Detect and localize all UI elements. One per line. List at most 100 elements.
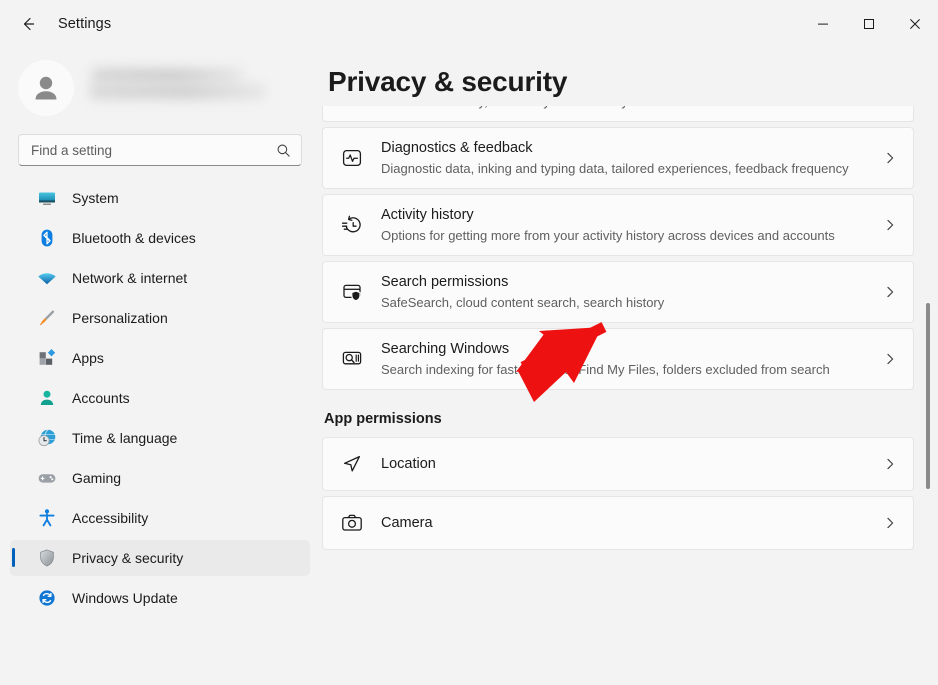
sidebar-item-label: Accessibility bbox=[72, 510, 148, 526]
sidebar-nav: System Bluetooth & devices bbox=[0, 180, 320, 620]
card-subtitle: Options for getting more from your activ… bbox=[381, 226, 873, 245]
chevron-right-icon bbox=[883, 218, 897, 232]
card-title: Location bbox=[381, 454, 873, 474]
sidebar-item-label: Network & internet bbox=[72, 270, 187, 286]
minimize-button[interactable] bbox=[800, 0, 846, 48]
card-texts: Diagnostics & feedback Diagnostic data, … bbox=[381, 128, 873, 188]
sidebar-item-time-language[interactable]: Time & language bbox=[10, 420, 310, 456]
maximize-button[interactable] bbox=[846, 0, 892, 48]
back-button[interactable] bbox=[10, 8, 46, 40]
camera-icon bbox=[337, 508, 367, 538]
apps-blocks-icon bbox=[36, 347, 58, 369]
sidebar-item-personalization[interactable]: Personalization bbox=[10, 300, 310, 336]
search-document-icon bbox=[337, 344, 367, 374]
window-shield-icon bbox=[337, 277, 367, 307]
app-title: Settings bbox=[58, 16, 111, 32]
setting-card-camera[interactable]: Camera bbox=[322, 496, 914, 550]
sidebar-item-label: Gaming bbox=[72, 470, 121, 486]
sidebar-item-label: System bbox=[72, 190, 119, 206]
card-title: Diagnostics & feedback bbox=[381, 138, 873, 158]
history-clock-icon bbox=[337, 210, 367, 240]
sidebar-item-gaming[interactable]: Gaming bbox=[10, 460, 310, 496]
chevron-right-icon bbox=[883, 516, 897, 530]
close-icon bbox=[909, 18, 921, 30]
card-texts: Searching Windows Search indexing for fa… bbox=[381, 329, 873, 389]
sidebar-item-apps[interactable]: Apps bbox=[10, 340, 310, 376]
title-bar: Settings bbox=[0, 0, 938, 48]
sidebar-item-label: Bluetooth & devices bbox=[72, 230, 196, 246]
bluetooth-icon bbox=[36, 227, 58, 249]
setting-card-inking-typing-personalization[interactable]: Inking & typing personalization Custom d… bbox=[322, 106, 914, 122]
paintbrush-icon bbox=[36, 307, 58, 329]
sidebar-item-label: Personalization bbox=[72, 310, 168, 326]
card-subtitle: Diagnostic data, inking and typing data,… bbox=[381, 159, 873, 178]
card-texts: Inking & typing personalization Custom d… bbox=[381, 106, 873, 121]
settings-card-list: Inking & typing personalization Custom d… bbox=[320, 106, 938, 555]
sidebar-item-label: Accounts bbox=[72, 390, 130, 406]
scrollbar-thumb[interactable] bbox=[926, 303, 930, 489]
minimize-icon bbox=[817, 18, 829, 30]
card-title: Searching Windows bbox=[381, 339, 873, 359]
sidebar-item-label: Privacy & security bbox=[72, 550, 183, 566]
person-icon bbox=[36, 387, 58, 409]
update-refresh-icon bbox=[36, 587, 58, 609]
card-texts: Activity history Options for getting mor… bbox=[381, 195, 873, 255]
main-content: Privacy & security bbox=[320, 48, 938, 685]
card-title: Camera bbox=[381, 513, 873, 533]
chevron-right-icon bbox=[883, 151, 897, 165]
sidebar-item-system[interactable]: System bbox=[10, 180, 310, 216]
sidebar-item-label: Time & language bbox=[72, 430, 177, 446]
settings-window: Settings bbox=[0, 0, 938, 685]
sidebar-item-label: Windows Update bbox=[72, 590, 178, 606]
page-header: Privacy & security bbox=[320, 48, 938, 106]
chevron-right-icon bbox=[883, 285, 897, 299]
sidebar-item-accounts[interactable]: Accounts bbox=[10, 380, 310, 416]
card-title: Search permissions bbox=[381, 272, 873, 292]
card-texts: Location bbox=[381, 446, 873, 482]
window-body: System Bluetooth & devices bbox=[0, 48, 938, 685]
search-box[interactable] bbox=[18, 134, 302, 166]
card-subtitle: Custom dictionary, words in your diction… bbox=[381, 106, 873, 111]
shield-icon bbox=[36, 547, 58, 569]
accessibility-icon bbox=[36, 507, 58, 529]
card-subtitle: SafeSearch, cloud content search, search… bbox=[381, 293, 873, 312]
card-subtitle: Search indexing for faster results, Find… bbox=[381, 360, 873, 379]
chevron-right-icon bbox=[883, 457, 897, 471]
globe-clock-icon bbox=[36, 427, 58, 449]
sidebar-item-accessibility[interactable]: Accessibility bbox=[10, 500, 310, 536]
gamepad-icon bbox=[36, 467, 58, 489]
card-title: Activity history bbox=[381, 205, 873, 225]
card-texts: Camera bbox=[381, 505, 873, 541]
setting-card-location[interactable]: Location bbox=[322, 437, 914, 491]
section-heading-app-permissions: App permissions bbox=[322, 395, 914, 437]
chevron-right-icon bbox=[883, 352, 897, 366]
page-title: Privacy & security bbox=[324, 56, 910, 106]
wifi-icon bbox=[36, 267, 58, 289]
redacted-name bbox=[92, 69, 242, 82]
redacted-email bbox=[90, 84, 266, 99]
close-button[interactable] bbox=[892, 0, 938, 48]
sidebar: System Bluetooth & devices bbox=[0, 48, 320, 685]
user-avatar-icon bbox=[26, 68, 66, 108]
sidebar-item-network-internet[interactable]: Network & internet bbox=[10, 260, 310, 296]
settings-scroll-area: Inking & typing personalization Custom d… bbox=[320, 106, 938, 685]
avatar bbox=[18, 60, 74, 116]
sidebar-item-windows-update[interactable]: Windows Update bbox=[10, 580, 310, 616]
window-controls bbox=[800, 0, 938, 48]
setting-card-searching-windows[interactable]: Searching Windows Search indexing for fa… bbox=[322, 328, 914, 390]
back-arrow-icon bbox=[20, 16, 36, 32]
setting-card-activity-history[interactable]: Activity history Options for getting mor… bbox=[322, 194, 914, 256]
setting-card-diagnostics-feedback[interactable]: Diagnostics & feedback Diagnostic data, … bbox=[322, 127, 914, 189]
sidebar-item-bluetooth-devices[interactable]: Bluetooth & devices bbox=[10, 220, 310, 256]
account-name-redacted bbox=[88, 66, 266, 110]
sidebar-item-label: Apps bbox=[72, 350, 104, 366]
scrollbar[interactable] bbox=[923, 158, 933, 681]
card-texts: Search permissions SafeSearch, cloud con… bbox=[381, 262, 873, 322]
search-icon bbox=[276, 143, 291, 158]
maximize-icon bbox=[863, 18, 875, 30]
setting-card-search-permissions[interactable]: Search permissions SafeSearch, cloud con… bbox=[322, 261, 914, 323]
sidebar-item-privacy-security[interactable]: Privacy & security bbox=[10, 540, 310, 576]
search-input[interactable] bbox=[31, 143, 276, 158]
account-summary[interactable] bbox=[0, 50, 320, 126]
location-arrow-icon bbox=[337, 449, 367, 479]
